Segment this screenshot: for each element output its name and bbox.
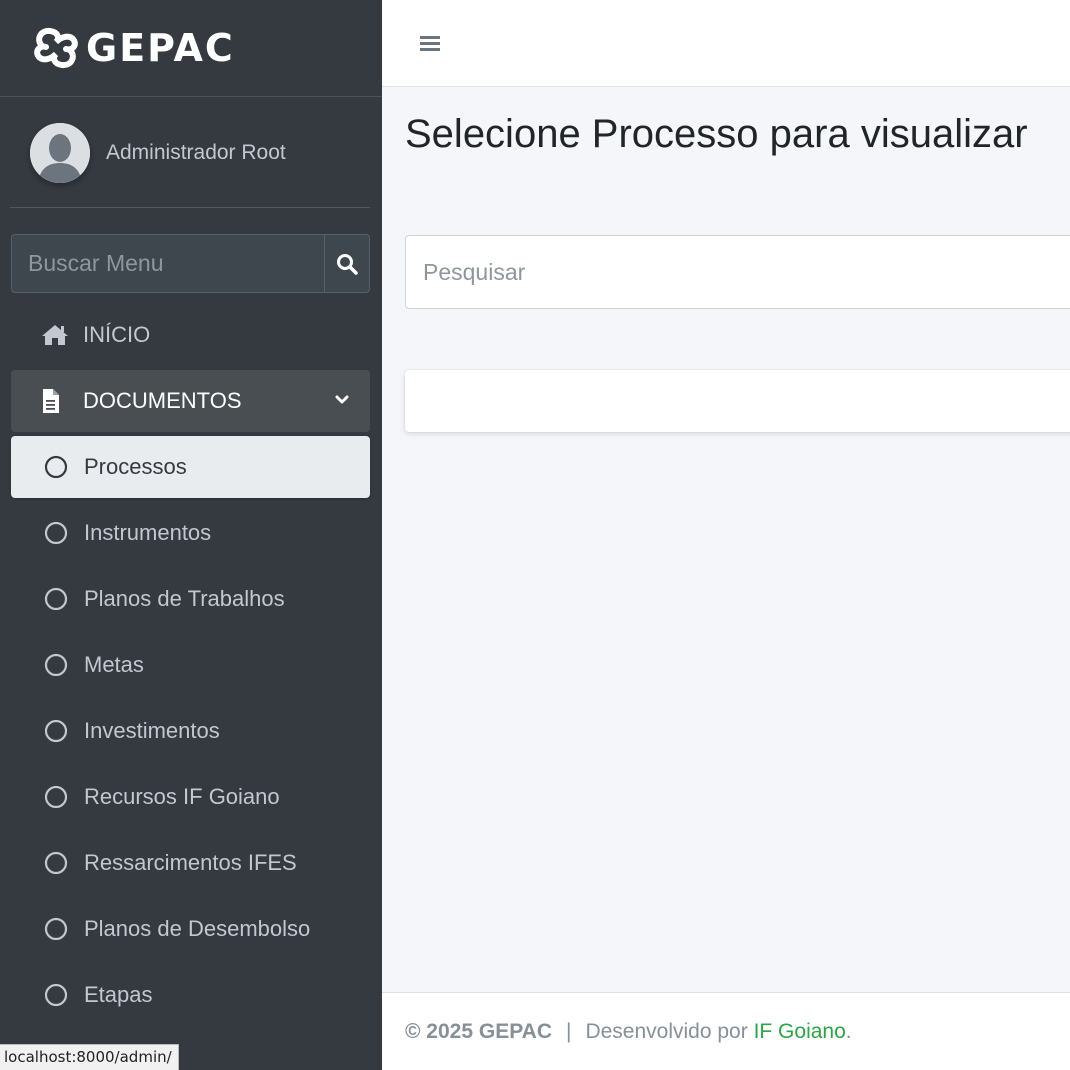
brand-link[interactable]: GEPAC bbox=[0, 0, 382, 97]
nav-subitem-metas[interactable]: Metas bbox=[11, 634, 370, 696]
nav-subitem-label: Planos de Trabalhos bbox=[84, 586, 285, 611]
nav-subitem-label: Investimentos bbox=[84, 718, 220, 743]
nav-item-documentos[interactable]: DOCUMENTOS bbox=[11, 370, 370, 432]
nav-subitem-label: Processos bbox=[84, 454, 187, 479]
menu-toggle-icon[interactable] bbox=[420, 33, 440, 54]
sidebar-nav: INÍCIO DOCUMENTOS Processos Instrumentos P… bbox=[11, 304, 370, 1030]
results-card bbox=[405, 370, 1070, 432]
circle-icon bbox=[44, 719, 72, 743]
user-name[interactable]: Administrador Root bbox=[106, 141, 286, 165]
circle-icon bbox=[44, 983, 72, 1007]
nav-subitem-processos[interactable]: Processos bbox=[11, 436, 370, 498]
nav-item-label: INÍCIO bbox=[83, 322, 151, 347]
avatar[interactable] bbox=[30, 122, 90, 183]
nav-subitem-label: Instrumentos bbox=[84, 520, 212, 545]
circle-icon bbox=[44, 917, 72, 941]
nav-subitem-ressarcimentos-ifes[interactable]: Ressarcimentos IFES bbox=[11, 832, 370, 894]
documents-submenu: Processos Instrumentos Planos de Trabalhos… bbox=[11, 436, 370, 1026]
circle-icon bbox=[44, 587, 72, 611]
brand-name: GEPAC bbox=[86, 26, 235, 70]
circle-icon bbox=[44, 521, 72, 545]
sidebar: GEPAC Administrador Root Buscar Menu INÍ… bbox=[0, 0, 382, 1070]
nav-item-inicio[interactable]: INÍCIO bbox=[11, 304, 370, 366]
nav-subitem-recursos-if-goiano[interactable]: Recursos IF Goiano bbox=[11, 766, 370, 828]
gepac-logo-icon bbox=[34, 27, 78, 69]
user-panel: Administrador Root bbox=[10, 98, 370, 208]
nav-subitem-planos-de-desembolso[interactable]: Planos de Desembolso bbox=[11, 898, 370, 960]
circle-icon bbox=[44, 851, 72, 875]
footer-developed-by: Desenvolvido por bbox=[585, 1019, 748, 1043]
sidebar-search bbox=[11, 234, 370, 293]
nav-subitem-label: Etapas bbox=[84, 982, 153, 1007]
circle-icon bbox=[44, 455, 72, 479]
footer: © 2025 GEPAC | Desenvolvido por IF Goian… bbox=[382, 992, 1070, 1070]
sidebar-search-input[interactable] bbox=[11, 234, 324, 293]
nav-subitem-label: Planos de Desembolso bbox=[84, 916, 311, 941]
nav-subitem-planos-de-trabalhos[interactable]: Planos de Trabalhos bbox=[11, 568, 370, 630]
footer-copyright: © 2025 GEPAC bbox=[405, 1019, 552, 1043]
nav-subitem-etapas[interactable]: Etapas bbox=[11, 964, 370, 1026]
sidebar-search-button[interactable] bbox=[324, 234, 370, 293]
top-navbar bbox=[382, 0, 1070, 87]
nav-subitem-instrumentos[interactable]: Instrumentos bbox=[11, 502, 370, 564]
circle-icon bbox=[44, 653, 72, 677]
user-avatar-icon bbox=[30, 122, 90, 183]
browser-status-url: localhost:8000/admin/ bbox=[0, 1044, 179, 1070]
file-icon bbox=[41, 389, 69, 413]
footer-separator: | bbox=[565, 1019, 572, 1043]
footer-period: . bbox=[845, 1019, 852, 1043]
chevron-down-icon bbox=[335, 395, 349, 404]
nav-item-label: DOCUMENTOS bbox=[83, 388, 242, 413]
nav-subitem-investimentos[interactable]: Investimentos bbox=[11, 700, 370, 762]
process-search-input[interactable] bbox=[405, 235, 1070, 309]
home-icon bbox=[41, 324, 69, 346]
page-title: Selecione Processo para visualizar bbox=[405, 112, 1028, 156]
circle-icon bbox=[44, 785, 72, 809]
nav-subitem-label: Recursos IF Goiano bbox=[84, 784, 280, 809]
nav-subitem-label: Metas bbox=[84, 652, 144, 677]
nav-subitem-label: Ressarcimentos IFES bbox=[84, 850, 297, 875]
search-icon bbox=[337, 253, 358, 275]
footer-link-if-goiano[interactable]: IF Goiano bbox=[754, 1020, 846, 1044]
